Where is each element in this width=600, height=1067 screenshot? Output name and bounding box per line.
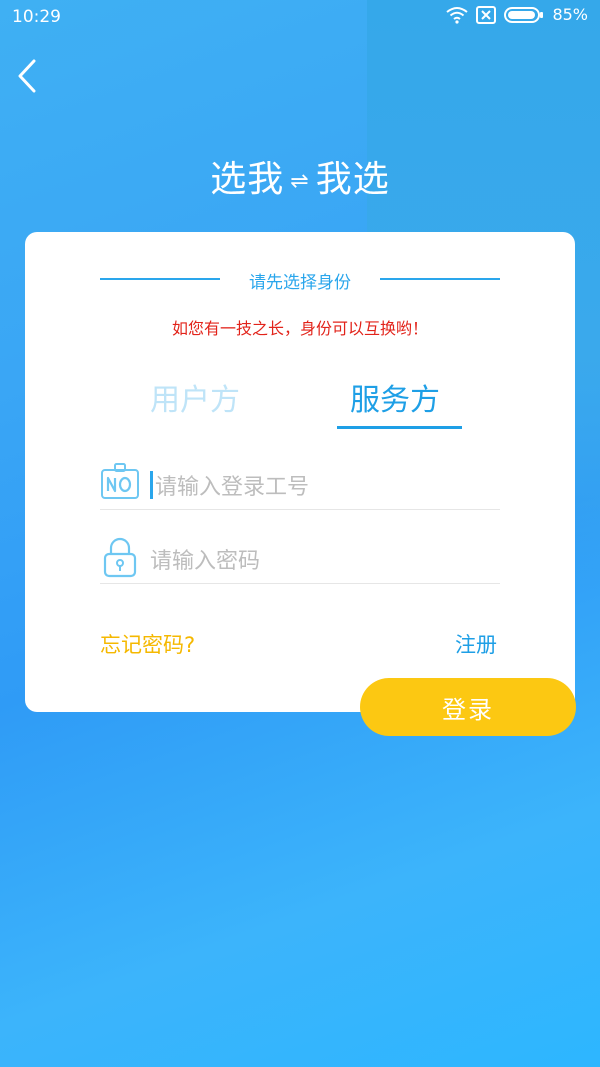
status-icons: 85% (446, 5, 588, 24)
login-button[interactable]: 登录 (360, 678, 576, 736)
back-button[interactable] (10, 58, 44, 98)
title-left: 选我 (210, 159, 285, 200)
battery-percent: 85% (552, 5, 588, 24)
app-title: 选我 ⇌ 我选 (0, 150, 600, 202)
status-bar: 10:29 85% (0, 0, 600, 36)
lock-icon (100, 536, 140, 582)
tab-user[interactable]: 用户方 (150, 375, 240, 419)
password-placeholder: 请输入密码 (150, 549, 261, 574)
identity-notice: 如您有一技之长，身份可以互换哟！ (171, 319, 428, 338)
employee-id-input[interactable]: 请输入登录工号 (150, 468, 490, 502)
active-tab-indicator (337, 426, 462, 429)
tab-service[interactable]: 服务方 (350, 375, 440, 419)
status-time: 10:29 (12, 7, 61, 27)
title-right: 我选 (315, 159, 390, 200)
register-link[interactable]: 注册 (455, 629, 497, 659)
password-field[interactable]: 请输入密码 (100, 534, 500, 584)
chevron-left-icon (17, 59, 37, 97)
sim-icon (476, 5, 497, 24)
identity-heading: 请先选择身份 (249, 273, 351, 293)
swap-icon: ⇌ (290, 168, 310, 194)
battery-icon (504, 6, 544, 24)
employee-id-placeholder: 请输入登录工号 (155, 475, 310, 500)
text-caret (150, 471, 153, 499)
id-badge-icon (100, 462, 140, 506)
password-input[interactable]: 请输入密码 (150, 542, 490, 576)
forgot-password-link[interactable]: 忘记密码? (100, 629, 195, 659)
login-card: 请先选择身份 如您有一技之长，身份可以互换哟！ 用户方 服务方 请输入登录工号 (25, 232, 575, 712)
wifi-icon (446, 6, 469, 24)
employee-id-field[interactable]: 请输入登录工号 (100, 460, 500, 510)
